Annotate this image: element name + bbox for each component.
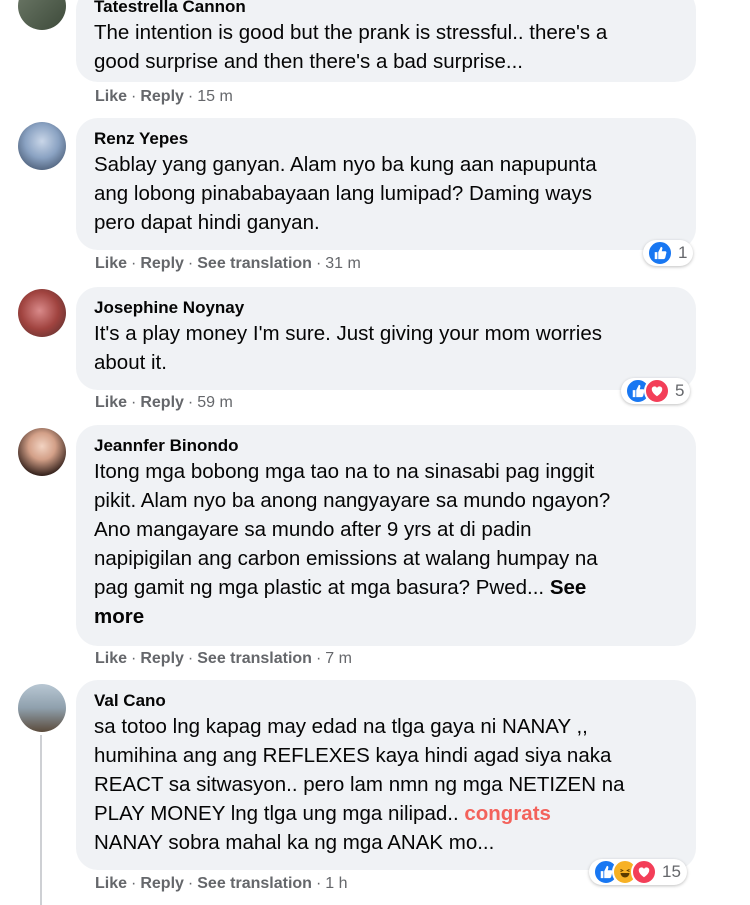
- comment-author[interactable]: Jeannfer Binondo: [94, 435, 678, 457]
- comment-author[interactable]: Tatestrella Cannon: [94, 0, 678, 18]
- see-more-link-cont[interactable]: more: [94, 605, 144, 628]
- reaction-count: 15: [662, 862, 681, 881]
- avatar[interactable]: [18, 684, 66, 732]
- like-icon: [647, 240, 673, 266]
- comment-actions: Like · Reply · 15 m: [95, 88, 233, 105]
- comment-actions: Like · Reply · See translation · 31 m: [95, 255, 361, 272]
- comment-text: Itong mga bobong mga tao na to na sinasa…: [94, 460, 611, 628]
- reply-link[interactable]: Reply: [140, 650, 184, 667]
- comment-author[interactable]: Val Cano: [94, 690, 678, 712]
- reply-thread-line: [40, 735, 42, 905]
- love-icon: [644, 378, 670, 404]
- like-link[interactable]: Like: [95, 394, 127, 411]
- like-link[interactable]: Like: [95, 88, 127, 105]
- reaction-count: 1: [678, 243, 688, 262]
- comment-bubble: Renz Yepes Sablay yang ganyan. Alam nyo …: [76, 118, 696, 250]
- reply-link[interactable]: Reply: [140, 875, 184, 892]
- comment-author[interactable]: Josephine Noynay: [94, 297, 678, 319]
- like-link[interactable]: Like: [95, 875, 127, 892]
- reaction-summary[interactable]: 15: [589, 859, 687, 885]
- comment-timestamp[interactable]: 31 m: [325, 255, 361, 272]
- avatar[interactable]: [18, 289, 66, 337]
- reply-link[interactable]: Reply: [140, 394, 184, 411]
- see-more-link[interactable]: See: [550, 576, 586, 599]
- avatar[interactable]: [18, 428, 66, 476]
- comment-author[interactable]: Renz Yepes: [94, 128, 678, 150]
- reaction-summary[interactable]: 5: [621, 378, 691, 404]
- comment-timestamp[interactable]: 59 m: [197, 394, 233, 411]
- reply-link[interactable]: Reply: [140, 255, 184, 272]
- comment-timestamp[interactable]: 1 h: [325, 875, 347, 892]
- comment-timestamp[interactable]: 7 m: [325, 650, 352, 667]
- highlighted-word: congrats: [464, 802, 551, 825]
- comment-text: It's a play money I'm sure. Just giving …: [94, 322, 602, 374]
- see-translation-link[interactable]: See translation: [197, 255, 312, 272]
- love-icon: [631, 859, 657, 885]
- reply-link[interactable]: Reply: [140, 88, 184, 105]
- like-link[interactable]: Like: [95, 255, 127, 272]
- avatar[interactable]: [18, 122, 66, 170]
- comment-bubble: Jeannfer Binondo Itong mga bobong mga ta…: [76, 425, 696, 646]
- see-translation-link[interactable]: See translation: [197, 875, 312, 892]
- comment-actions: Like · Reply · 59 m: [95, 394, 233, 411]
- reaction-count: 5: [675, 381, 685, 400]
- comment-actions: Like · Reply · See translation · 7 m: [95, 650, 352, 667]
- comment-bubble: Tatestrella Cannon The intention is good…: [76, 0, 696, 82]
- comment-text: Sablay yang ganyan. Alam nyo ba kung aan…: [94, 153, 597, 234]
- avatar[interactable]: [18, 0, 66, 30]
- comment-timestamp[interactable]: 15 m: [197, 88, 233, 105]
- comment-actions: Like · Reply · See translation · 1 h: [95, 875, 348, 892]
- comment-bubble: Josephine Noynay It's a play money I'm s…: [76, 287, 696, 390]
- comment-bubble: Val Cano sa totoo lng kapag may edad na …: [76, 680, 696, 870]
- like-link[interactable]: Like: [95, 650, 127, 667]
- reaction-summary[interactable]: 1: [643, 240, 694, 266]
- comment-text: sa totoo lng kapag may edad na tlga gaya…: [94, 715, 625, 854]
- comment-text: The intention is good but the prank is s…: [94, 21, 608, 73]
- see-translation-link[interactable]: See translation: [197, 650, 312, 667]
